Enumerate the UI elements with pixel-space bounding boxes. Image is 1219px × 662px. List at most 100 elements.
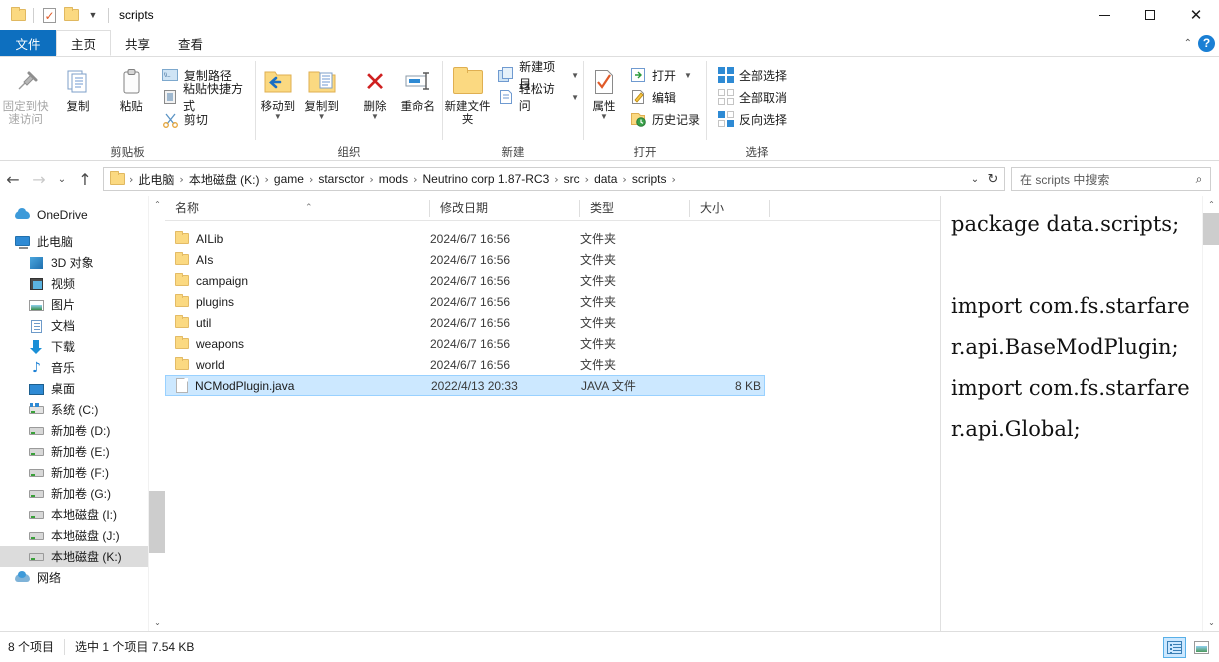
details-view-button[interactable] [1163,637,1186,658]
sidebar-item-drive-j[interactable]: 本地磁盘 (J:) [0,525,165,546]
chevron-down-icon[interactable]: ▼ [684,71,692,80]
breadcrumb-item-0[interactable]: 此电脑 [135,171,177,188]
breadcrumb[interactable]: › 此电脑 › 本地磁盘 (K:) › game › starsctor › m… [103,167,1005,191]
breadcrumb-item-1[interactable]: 本地磁盘 (K:) [186,171,263,188]
new-folder-button[interactable]: 新建文件夹 [443,61,492,127]
select-none-button[interactable]: 全部取消 [715,86,791,108]
refresh-icon[interactable]: ↻ [984,172,1002,187]
tab-share[interactable]: 共享 [111,30,164,56]
chevron-down-icon[interactable]: ▼ [318,114,326,120]
open-button[interactable]: 打开 ▼ [628,64,704,86]
chevron-down-icon[interactable]: ▼ [571,93,579,102]
table-row[interactable]: util 2024/6/7 16:56 文件夹 [165,312,765,333]
move-to-button[interactable]: 移动到 ▼ [256,61,300,120]
column-header-type[interactable]: 类型 [580,196,690,221]
sidebar-item-desktop[interactable]: 桌面 [0,378,165,399]
breadcrumb-item-8[interactable]: scripts [629,172,670,186]
tab-view[interactable]: 查看 [164,30,217,56]
sidebar-item-drive-g[interactable]: 新加卷 (G:) [0,483,165,504]
scroll-down-icon[interactable]: ⌄ [149,614,165,631]
properties-button[interactable]: 属性 ▼ [584,61,624,120]
up-button[interactable]: ↑ [72,166,98,192]
table-row[interactable]: AILib 2024/6/7 16:56 文件夹 [165,228,765,249]
3d-objects-icon [28,255,45,271]
sidebar-item-videos[interactable]: 视频 [0,273,165,294]
pin-to-quick-access-button[interactable]: 固定到快速访问 [0,61,51,127]
tab-home[interactable]: 主页 [56,30,111,56]
sidebar-item-downloads[interactable]: 下载 [0,336,165,357]
breadcrumb-item-5[interactable]: Neutrino corp 1.87-RC3 [420,172,553,186]
search-input[interactable]: 在 scripts 中搜索 ⌕ [1011,167,1211,191]
breadcrumb-item-3[interactable]: starsctor [315,172,367,186]
breadcrumb-item-2[interactable]: game [271,172,307,186]
chevron-down-icon[interactable]: ▼ [600,114,608,120]
sidebar-item-drive-d[interactable]: 新加卷 (D:) [0,420,165,441]
navigation-scrollbar[interactable]: ⌃ ⌄ [148,196,165,631]
sidebar-item-drive-i[interactable]: 本地磁盘 (I:) [0,504,165,525]
scrollbar-thumb[interactable] [149,491,165,553]
scroll-down-icon[interactable]: ⌄ [1203,614,1219,631]
new-folder-icon[interactable] [60,4,82,26]
recent-locations-button[interactable]: ⌄ [52,166,72,192]
table-row[interactable]: weapons 2024/6/7 16:56 文件夹 [165,333,765,354]
sidebar-item-music[interactable]: ♪ 音乐 [0,357,165,378]
scrollbar-track[interactable] [1203,213,1219,614]
paste-shortcut-button[interactable]: 粘贴快捷方式 [160,86,255,108]
folder-icon[interactable] [7,4,29,26]
sidebar-item-drive-f[interactable]: 新加卷 (F:) [0,462,165,483]
easy-access-button[interactable]: 轻松访问 ▼ [496,86,583,108]
maximize-icon[interactable] [1127,0,1173,30]
tab-file[interactable]: 文件 [0,30,56,56]
column-header-date[interactable]: 修改日期 [430,196,580,221]
table-row[interactable]: campaign 2024/6/7 16:56 文件夹 [165,270,765,291]
table-row[interactable]: AIs 2024/6/7 16:56 文件夹 [165,249,765,270]
sidebar-item-drive-e[interactable]: 新加卷 (E:) [0,441,165,462]
chevron-down-icon[interactable]: ▼ [274,114,282,120]
preview-scrollbar[interactable]: ⌃ ⌄ [1202,196,1219,631]
column-header-size[interactable]: 大小 [690,196,770,221]
cut-button[interactable]: 剪切 [160,108,255,130]
column-header-name[interactable]: 名称 ⌃ [165,196,430,221]
close-icon[interactable]: ✕ [1173,0,1219,30]
breadcrumb-item-4[interactable]: mods [376,172,411,186]
history-button[interactable]: 历史记录 [628,108,704,130]
sidebar-item-onedrive[interactable]: OneDrive [0,204,165,225]
sidebar-item-pictures[interactable]: 图片 [0,294,165,315]
sidebar-item-network[interactable]: 网络 [0,567,165,588]
back-button[interactable]: ← [0,166,26,192]
scroll-up-icon[interactable]: ⌃ [149,196,165,213]
delete-button[interactable]: ✕ 删除 ▼ [356,61,393,120]
copy-to-button[interactable]: 复制到 ▼ [300,61,344,120]
search-icon[interactable]: ⌕ [1188,172,1210,187]
table-row[interactable]: plugins 2024/6/7 16:56 文件夹 [165,291,765,312]
table-row[interactable]: NCModPlugin.java 2022/4/13 20:33 JAVA 文件… [165,375,765,396]
sidebar-item-3d-objects[interactable]: 3D 对象 [0,252,165,273]
invert-selection-button[interactable]: 反向选择 [715,108,791,130]
minimize-icon[interactable] [1081,0,1127,30]
properties-icon[interactable]: ✓ [38,4,60,26]
rename-button[interactable]: 重命名 [394,61,442,114]
forward-button[interactable]: → [26,166,52,192]
large-icons-view-button[interactable] [1190,637,1213,658]
scrollbar-thumb[interactable] [1203,213,1219,245]
chevron-down-icon[interactable]: ▼ [371,114,379,120]
select-all-button[interactable]: 全部选择 [715,64,791,86]
help-icon[interactable]: ? [1198,35,1215,52]
sidebar-item-documents[interactable]: 文档 [0,315,165,336]
paste-button[interactable]: 粘贴 [105,61,158,114]
sidebar-item-system-c[interactable]: 系统 (C:) [0,399,165,420]
scroll-up-icon[interactable]: ⌃ [1203,196,1219,213]
breadcrumb-item-6[interactable]: src [561,172,583,186]
breadcrumb-item-7[interactable]: data [591,172,620,186]
scrollbar-track[interactable] [149,213,165,614]
copy-button[interactable]: 复制 [51,61,104,114]
edit-button[interactable]: 编辑 [628,86,704,108]
table-row[interactable]: world 2024/6/7 16:56 文件夹 [165,354,765,375]
chevron-up-icon[interactable]: ⌃ [1184,38,1192,49]
chevron-down-icon[interactable]: ⌄ [966,174,984,185]
sidebar-item-drive-k[interactable]: 本地磁盘 (K:) [0,546,165,567]
file-type: 文件夹 [580,272,690,289]
customize-caret-icon[interactable]: ▼ [82,4,104,26]
sidebar-item-this-pc[interactable]: 此电脑 [0,231,165,252]
chevron-down-icon[interactable]: ▼ [571,71,579,80]
